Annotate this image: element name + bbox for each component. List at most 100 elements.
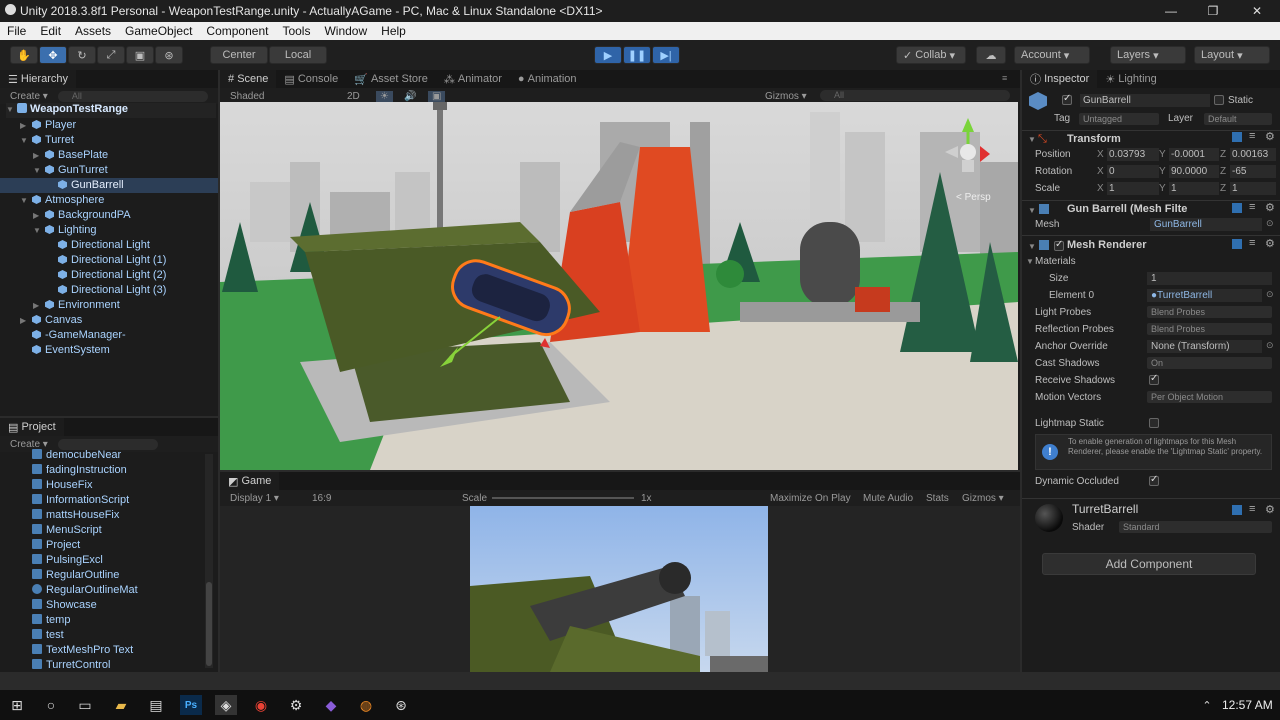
object-picker-icon[interactable]: ⊙ [1266,340,1274,351]
hand-tool-icon[interactable]: ✋ [10,46,38,64]
tab-lighting[interactable]: ☀ Lighting [1097,70,1164,88]
anchor-override-field[interactable]: None (Transform) [1147,340,1262,353]
preset-icon[interactable]: ≡ [1249,201,1255,213]
hierarchy-item-baseplate[interactable]: ▶ BasePlate [33,148,108,163]
app-icon[interactable]: ▤ [145,695,167,715]
chrome-icon[interactable]: ◉ [250,695,272,715]
scale-slider[interactable] [492,497,634,499]
scale-y-field[interactable]: 1 [1169,182,1219,195]
rotation-y-field[interactable]: 90.0000 [1169,165,1219,178]
menu-component[interactable]: Component [199,24,275,38]
collab-button[interactable]: ✓ Collab ▾ [896,46,966,64]
project-item[interactable]: TextMeshPro Text [32,643,133,658]
object-picker-icon[interactable]: ⊙ [1266,218,1274,229]
tab-inspector[interactable]: ⓘ Inspector [1022,70,1098,88]
materials-size-field[interactable]: 1 [1147,272,1272,285]
project-item[interactable]: MenuScript [32,523,102,538]
windows-start-icon[interactable]: ⊞ [6,695,28,715]
photoshop-icon[interactable]: Ps [180,695,202,715]
minimize-icon[interactable]: — [1148,0,1194,22]
maximize-icon[interactable]: ❐ [1190,0,1236,22]
reflection-probes-dropdown[interactable]: Blend Probes [1147,323,1272,335]
mute-audio-toggle[interactable]: Mute Audio [863,493,913,504]
tab-asset-store[interactable]: 🛒 Asset Store [346,70,436,88]
hierarchy-item-backgroundpa[interactable]: ▶ BackgroundPA [33,208,131,223]
expand-arrow-icon[interactable]: ▼ [1028,135,1036,144]
menu-gameobject[interactable]: GameObject [118,24,199,38]
hierarchy-item-gunturret[interactable]: ▼ GunTurret [33,163,108,178]
gizmos-dropdown[interactable]: Gizmos ▾ [765,91,807,102]
hierarchy-item-directional-light-2[interactable]: Directional Light (2) [58,268,166,283]
hierarchy-item-lighting[interactable]: ▼ Lighting [33,223,97,238]
light-probes-dropdown[interactable]: Blend Probes [1147,306,1272,318]
project-item[interactable]: HouseFix [32,478,92,493]
help-icon[interactable] [1232,505,1242,515]
preset-icon[interactable]: ≡ [1249,237,1255,249]
rotate-tool-icon[interactable]: ↻ [68,46,96,64]
stats-toggle[interactable]: Stats [926,493,949,504]
aspect-dropdown[interactable]: 16:9 [312,493,331,504]
project-item[interactable]: RegularOutlineMat [32,583,138,598]
hierarchy-search-input[interactable]: All [57,90,208,102]
project-item[interactable]: Showcase [32,598,97,613]
mode-2d-button[interactable]: 2D [347,91,360,102]
mesh-renderer-enabled-checkbox[interactable] [1054,239,1064,251]
game-gizmos-dropdown[interactable]: Gizmos ▾ [962,493,1004,504]
pivot-center-button[interactable]: Center [210,46,268,64]
cortana-icon[interactable]: ○ [40,695,62,715]
layout-dropdown[interactable]: Layout ▾ [1194,46,1270,64]
menu-assets[interactable]: Assets [68,24,118,38]
scale-x-field[interactable]: 1 [1107,182,1159,195]
object-picker-icon[interactable]: ⊙ [1266,289,1274,300]
active-checkbox[interactable] [1062,93,1072,105]
hierarchy-item-player[interactable]: ▶ Player [20,118,76,133]
project-scrollbar-thumb[interactable] [206,582,212,666]
hierarchy-item-atmosphere[interactable]: ▼ Atmosphere [20,193,104,208]
tab-hierarchy[interactable]: ☰ Hierarchy [0,70,76,88]
scene-viewport[interactable]: < Persp [220,102,1018,470]
maximize-on-play-toggle[interactable]: Maximize On Play [770,493,851,504]
project-item[interactable]: mattsHouseFix [32,508,119,523]
motion-vectors-dropdown[interactable]: Per Object Motion [1147,391,1272,403]
rotation-x-field[interactable]: 0 [1107,165,1159,178]
add-component-button[interactable]: Add Component [1042,553,1256,575]
mesh-field[interactable]: GunBarrell [1150,218,1262,231]
persp-label[interactable]: < Persp [956,192,991,203]
project-item[interactable]: democubeNear [32,448,121,463]
position-z-field[interactable]: 0.00163 [1230,148,1276,161]
mesh-renderer-header[interactable]: Mesh Renderer [1067,236,1146,254]
scene-effects-icon[interactable]: ▣ [428,90,446,102]
help-icon[interactable] [1232,132,1242,142]
settings-gear-icon[interactable]: ⚙ [1265,201,1275,214]
position-x-field[interactable]: 0.03793 [1107,148,1159,161]
menu-tools[interactable]: Tools [275,24,317,38]
unity-taskbar-icon[interactable]: ◈ [215,695,237,715]
expand-arrow-icon[interactable]: ▼ [1026,257,1034,266]
tray-chevron-icon[interactable]: ⌃ [1196,695,1218,715]
project-item[interactable]: test [32,628,64,643]
scale-tool-icon[interactable]: ⤢ [97,46,125,64]
help-icon[interactable] [1232,203,1242,213]
tab-scene[interactable]: # Scene [220,70,277,88]
help-icon[interactable] [1232,239,1242,249]
shading-dropdown[interactable]: Shaded [220,91,340,102]
project-item[interactable]: fadingInstruction [32,463,127,478]
layers-dropdown[interactable]: Layers ▾ [1110,46,1186,64]
project-scrollbar[interactable] [205,454,213,668]
menu-edit[interactable]: Edit [33,24,68,38]
dynamic-occluded-checkbox[interactable] [1149,474,1159,486]
transform-tool-icon[interactable]: ⊛ [155,46,183,64]
hierarchy-item-canvas[interactable]: ▶ Canvas [20,313,82,328]
layer-dropdown[interactable]: Default [1204,113,1272,125]
settings-gear-icon[interactable]: ⚙ [1265,237,1275,250]
file-explorer-icon[interactable]: ▰ [110,695,132,715]
preset-icon[interactable]: ≡ [1249,130,1255,142]
settings-gear-icon[interactable]: ⚙ [1265,503,1275,516]
pivot-local-button[interactable]: Local [269,46,327,64]
menu-help[interactable]: Help [374,24,413,38]
play-button[interactable]: ▶ [594,46,622,64]
preset-icon[interactable]: ≡ [1249,503,1255,515]
hierarchy-create-button[interactable]: Create ▾ [0,91,48,102]
pause-button[interactable]: ❚❚ [623,46,651,64]
project-item[interactable]: RegularOutline [32,568,119,583]
